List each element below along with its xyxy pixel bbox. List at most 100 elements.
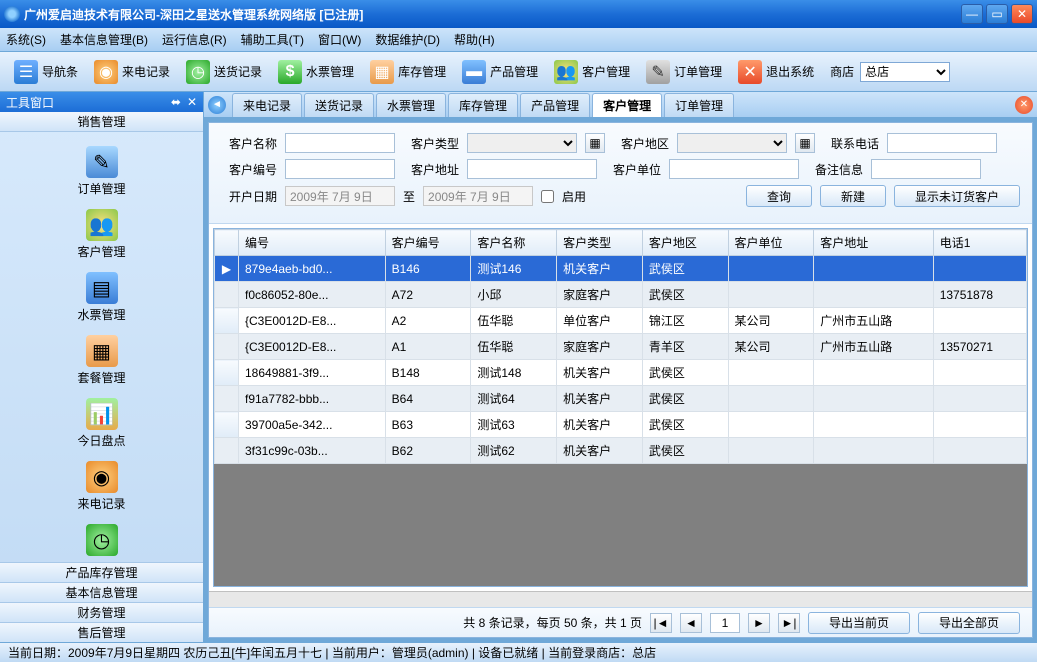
back-button[interactable]: ◄ <box>208 96 226 114</box>
show-unordered-button[interactable]: 显示未订货客户 <box>894 185 1020 207</box>
menu-tools[interactable]: 辅助工具(T) <box>241 31 304 48</box>
sidebar-section-basic[interactable]: 基本信息管理 <box>0 582 203 602</box>
prev-page-button[interactable]: ◄ <box>680 613 702 633</box>
tab[interactable]: 客户管理 <box>592 93 662 117</box>
tab[interactable]: 水票管理 <box>376 93 446 117</box>
stock-button[interactable]: ▦库存管理 <box>362 56 454 88</box>
sidebar-item[interactable]: ▤水票管理 <box>0 266 203 329</box>
minimize-button[interactable]: — <box>961 4 983 24</box>
exit-button[interactable]: ✕退出系统 <box>730 56 822 88</box>
column-header[interactable]: 客户类型 <box>557 230 643 256</box>
date-from[interactable] <box>285 186 395 206</box>
menu-basic[interactable]: 基本信息管理(B) <box>60 31 148 48</box>
sidebar-close-icon[interactable]: ✕ <box>187 95 197 109</box>
new-button[interactable]: 新建 <box>820 185 886 207</box>
order-button[interactable]: ✎订单管理 <box>638 56 730 88</box>
export-current-button[interactable]: 导出当前页 <box>808 612 910 634</box>
delivery-button[interactable]: ◷送货记录 <box>178 56 270 88</box>
page-input[interactable] <box>710 613 740 633</box>
label-region: 客户地区 <box>613 135 669 152</box>
column-header[interactable]: 编号 <box>239 230 386 256</box>
label-name: 客户名称 <box>221 135 277 152</box>
tab[interactable]: 库存管理 <box>448 93 518 117</box>
column-header[interactable]: 电话1 <box>933 230 1026 256</box>
last-page-button[interactable]: ►| <box>778 613 800 633</box>
tab[interactable]: 产品管理 <box>520 93 590 117</box>
date-to[interactable] <box>423 186 533 206</box>
sidebar-section-sales[interactable]: 销售管理 <box>0 112 203 132</box>
first-page-button[interactable]: |◄ <box>650 613 672 633</box>
pin-icon[interactable]: ⬌ <box>171 95 181 109</box>
close-tab-button[interactable]: ✕ <box>1015 96 1033 114</box>
customer-button[interactable]: 👥客户管理 <box>546 56 638 88</box>
label-remark: 备注信息 <box>807 161 863 178</box>
maximize-button[interactable]: ▭ <box>986 4 1008 24</box>
menu-run[interactable]: 运行信息(R) <box>162 31 227 48</box>
table-row[interactable]: ▶ 879e4aeb-bd0... B146 测试146 机关客户 武侯区 <box>215 256 1027 282</box>
input-name[interactable] <box>285 133 395 153</box>
input-unit[interactable] <box>669 159 799 179</box>
region-picker-icon[interactable]: ▦ <box>795 133 815 153</box>
menu-data[interactable]: 数据维护(D) <box>375 31 440 48</box>
input-remark[interactable] <box>871 159 981 179</box>
call-log-button[interactable]: ◉来电记录 <box>86 56 178 88</box>
next-page-button[interactable]: ► <box>748 613 770 633</box>
input-address[interactable] <box>467 159 597 179</box>
table-row[interactable]: {C3E0012D-E8... A1 伍华聪 家庭客户 青羊区 某公司 广州市五… <box>215 334 1027 360</box>
sidebar-header: 工具窗口 ⬌✕ <box>0 92 203 112</box>
sidebar: 工具窗口 ⬌✕ 销售管理 ✎订单管理👥客户管理▤水票管理▦套餐管理📊今日盘点◉来… <box>0 92 204 642</box>
sidebar-item[interactable]: 👥客户管理 <box>0 203 203 266</box>
menu-system[interactable]: 系统(S) <box>6 31 46 48</box>
table-row[interactable]: 39700a5e-342... B63 测试63 机关客户 武侯区 <box>215 412 1027 438</box>
select-type[interactable] <box>467 133 577 153</box>
enable-checkbox[interactable] <box>541 190 554 203</box>
column-header[interactable]: 客户编号 <box>385 230 471 256</box>
sidebar-item-label: 水票管理 <box>77 306 125 323</box>
sidebar-item-label: 订单管理 <box>77 180 125 197</box>
table-row[interactable]: f91a7782-bbb... B64 测试64 机关客户 武侯区 <box>215 386 1027 412</box>
sidebar-section-after[interactable]: 售后管理 <box>0 622 203 642</box>
sidebar-item[interactable]: ◷ <box>0 518 203 562</box>
input-phone[interactable] <box>887 133 997 153</box>
tab[interactable]: 来电记录 <box>232 93 302 117</box>
table-row[interactable]: f0c86052-80e... A72 小邱 家庭客户 武侯区 13751878 <box>215 282 1027 308</box>
tab[interactable]: 送货记录 <box>304 93 374 117</box>
ticket-button[interactable]: $水票管理 <box>270 56 362 88</box>
column-header[interactable]: 客户地址 <box>814 230 933 256</box>
sidebar-item[interactable]: 📊今日盘点 <box>0 392 203 455</box>
column-header[interactable]: 客户名称 <box>471 230 557 256</box>
table-row[interactable]: 3f31c99c-03b... B62 测试62 机关客户 武侯区 <box>215 438 1027 464</box>
search-form: 客户名称 客户类型▦ 客户地区▦ 联系电话 客户编号 客户地址 客户单位 备注信… <box>209 123 1032 224</box>
menu-window[interactable]: 窗口(W) <box>318 31 361 48</box>
sidebar-item[interactable]: ◉来电记录 <box>0 455 203 518</box>
sidebar-item[interactable]: ✎订单管理 <box>0 140 203 203</box>
sidebar-section-stock[interactable]: 产品库存管理 <box>0 562 203 582</box>
sidebar-item[interactable]: ▦套餐管理 <box>0 329 203 392</box>
sidebar-section-finance[interactable]: 财务管理 <box>0 602 203 622</box>
horizontal-scrollbar[interactable] <box>209 591 1032 607</box>
clock-icon: ◷ <box>86 524 118 556</box>
export-all-button[interactable]: 导出全部页 <box>918 612 1020 634</box>
input-code[interactable] <box>285 159 395 179</box>
note-icon: ✎ <box>646 60 670 84</box>
close-button[interactable]: ✕ <box>1011 4 1033 24</box>
table-row[interactable]: {C3E0012D-E8... A2 伍华聪 单位客户 锦江区 某公司 广州市五… <box>215 308 1027 334</box>
label-code: 客户编号 <box>221 161 277 178</box>
product-button[interactable]: ▬产品管理 <box>454 56 546 88</box>
store-select[interactable]: 总店 <box>860 62 950 82</box>
sidebar-item-icon: 📊 <box>86 398 118 430</box>
column-header[interactable]: 客户地区 <box>642 230 728 256</box>
query-button[interactable]: 查询 <box>746 185 812 207</box>
select-region[interactable] <box>677 133 787 153</box>
table-icon: ▦ <box>370 60 394 84</box>
type-picker-icon[interactable]: ▦ <box>585 133 605 153</box>
menu-help[interactable]: 帮助(H) <box>454 31 495 48</box>
book-icon: ▬ <box>462 60 486 84</box>
tab[interactable]: 订单管理 <box>664 93 734 117</box>
table-row[interactable]: 18649881-3f9... B148 测试148 机关客户 武侯区 <box>215 360 1027 386</box>
nav-button[interactable]: ☰导航条 <box>6 56 86 88</box>
column-header[interactable]: 客户单位 <box>728 230 814 256</box>
label-phone: 联系电话 <box>823 135 879 152</box>
sidebar-item-label: 客户管理 <box>77 243 125 260</box>
data-table-wrap: 编号客户编号客户名称客户类型客户地区客户单位客户地址电话1 ▶ 879e4aeb… <box>213 228 1028 587</box>
